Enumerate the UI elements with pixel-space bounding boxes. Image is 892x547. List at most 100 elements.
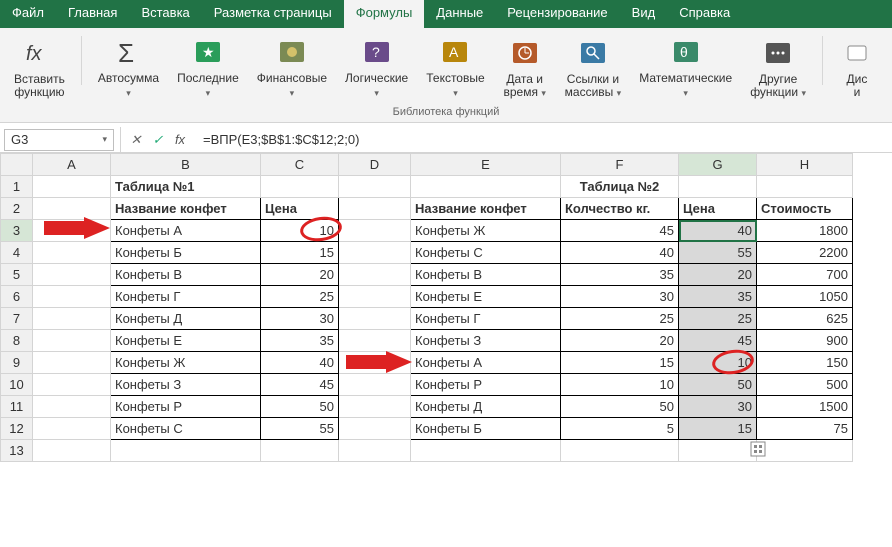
cell[interactable]	[33, 352, 111, 374]
cell[interactable]: 10	[561, 374, 679, 396]
cell[interactable]: Конфеты Е	[411, 286, 561, 308]
tab-insert[interactable]: Вставка	[129, 0, 201, 28]
cell[interactable]: 20	[679, 264, 757, 286]
cell[interactable]	[33, 330, 111, 352]
tab-home[interactable]: Главная	[56, 0, 129, 28]
cell[interactable]: 1500	[757, 396, 853, 418]
cell[interactable]: 20	[561, 330, 679, 352]
col-header-B[interactable]: B	[111, 154, 261, 176]
cell[interactable]	[757, 176, 853, 198]
cell[interactable]: Конфеты В	[411, 264, 561, 286]
col-header-A[interactable]: A	[33, 154, 111, 176]
cell[interactable]	[33, 396, 111, 418]
cell[interactable]: Конфеты Д	[411, 396, 561, 418]
cell[interactable]: Конфеты А	[411, 352, 561, 374]
cell[interactable]	[339, 374, 411, 396]
cell[interactable]: 10	[679, 352, 757, 374]
cell[interactable]: 25	[261, 286, 339, 308]
cell[interactable]	[757, 440, 853, 462]
row-header[interactable]: 6	[1, 286, 33, 308]
cell[interactable]: 15	[261, 242, 339, 264]
cell[interactable]: 700	[757, 264, 853, 286]
select-all-corner[interactable]	[1, 154, 33, 176]
tab-file[interactable]: Файл	[0, 0, 56, 28]
cell[interactable]	[33, 242, 111, 264]
cell[interactable]: Название конфет	[411, 198, 561, 220]
cell[interactable]: Конфеты В	[111, 264, 261, 286]
cell[interactable]: 5	[561, 418, 679, 440]
cell[interactable]: 35	[561, 264, 679, 286]
cell[interactable]: Конфеты З	[111, 374, 261, 396]
cell[interactable]: 2200	[757, 242, 853, 264]
cell[interactable]	[339, 440, 411, 462]
tab-data[interactable]: Данные	[424, 0, 495, 28]
lookup-button[interactable]: Ссылки имассивы ▾	[559, 33, 628, 103]
cell[interactable]	[33, 198, 111, 220]
fx-button[interactable]: fx	[171, 132, 189, 147]
tab-view[interactable]: Вид	[620, 0, 668, 28]
cell[interactable]: Конфеты Р	[411, 374, 561, 396]
cell[interactable]: 40	[261, 352, 339, 374]
col-header-G[interactable]: G	[679, 154, 757, 176]
cell[interactable]	[339, 176, 411, 198]
logical-button[interactable]: ? Логические ▾	[339, 32, 414, 103]
cell[interactable]: 45	[561, 220, 679, 242]
cell[interactable]: 45	[679, 330, 757, 352]
cell[interactable]	[339, 352, 411, 374]
cell[interactable]: 55	[679, 242, 757, 264]
cell[interactable]: Конфеты Д	[111, 308, 261, 330]
cell[interactable]: 50	[261, 396, 339, 418]
confirm-formula-button[interactable]: ✓	[149, 132, 167, 148]
cell[interactable]: 25	[679, 308, 757, 330]
cell[interactable]	[33, 308, 111, 330]
tab-page-layout[interactable]: Разметка страницы	[202, 0, 344, 28]
formula-input[interactable]: =ВПР(E3;$B$1:$C$12;2;0)	[195, 132, 892, 147]
cell[interactable]: 35	[261, 330, 339, 352]
cell[interactable]: 75	[757, 418, 853, 440]
cell[interactable]	[261, 440, 339, 462]
cell[interactable]	[339, 396, 411, 418]
cell[interactable]: Конфеты З	[411, 330, 561, 352]
cell[interactable]: Стоимость	[757, 198, 853, 220]
cell[interactable]: 45	[261, 374, 339, 396]
row-header[interactable]: 1	[1, 176, 33, 198]
autosum-button[interactable]: Σ Автосумма ▾	[92, 32, 165, 103]
cell[interactable]	[679, 176, 757, 198]
text-button[interactable]: A Текстовые ▾	[420, 32, 490, 103]
cell[interactable]: 1800	[757, 220, 853, 242]
chevron-down-icon[interactable]: ▾	[102, 134, 107, 145]
row-header[interactable]: 13	[1, 440, 33, 462]
cell[interactable]	[679, 440, 757, 462]
spreadsheet-grid[interactable]: A B C D E F G H 1 Таблица №1 Таблица №2 …	[0, 153, 892, 526]
cell[interactable]: Таблица №1	[111, 176, 261, 198]
cell[interactable]: Конфеты Б	[111, 242, 261, 264]
tab-formulas[interactable]: Формулы	[344, 0, 425, 28]
cell[interactable]: Конфеты Р	[111, 396, 261, 418]
datetime-button[interactable]: Дата ивремя ▾	[497, 33, 553, 103]
cell[interactable]: 15	[561, 352, 679, 374]
cell[interactable]: Цена	[261, 198, 339, 220]
cell[interactable]: Таблица №2	[561, 176, 679, 198]
cell[interactable]: Конфеты Ж	[411, 220, 561, 242]
cell[interactable]: 30	[679, 396, 757, 418]
recent-functions-button[interactable]: ★ Последние ▾	[171, 32, 245, 103]
cell[interactable]	[411, 440, 561, 462]
col-header-F[interactable]: F	[561, 154, 679, 176]
cell[interactable]: Конфеты Е	[111, 330, 261, 352]
row-header[interactable]: 4	[1, 242, 33, 264]
cell[interactable]	[339, 220, 411, 242]
cell[interactable]: Конфеты Г	[111, 286, 261, 308]
col-header-D[interactable]: D	[339, 154, 411, 176]
cell[interactable]: Конфеты С	[111, 418, 261, 440]
cell[interactable]: Конфеты А	[111, 220, 261, 242]
cell[interactable]: Конфеты Б	[411, 418, 561, 440]
cell[interactable]: 20	[261, 264, 339, 286]
row-header[interactable]: 5	[1, 264, 33, 286]
name-box[interactable]: G3 ▾	[4, 129, 114, 151]
cell[interactable]	[33, 286, 111, 308]
more-functions-button[interactable]: Другиефункции ▾	[744, 33, 812, 103]
row-header[interactable]: 8	[1, 330, 33, 352]
cell[interactable]	[339, 264, 411, 286]
cell[interactable]: 30	[261, 308, 339, 330]
cell[interactable]	[339, 308, 411, 330]
